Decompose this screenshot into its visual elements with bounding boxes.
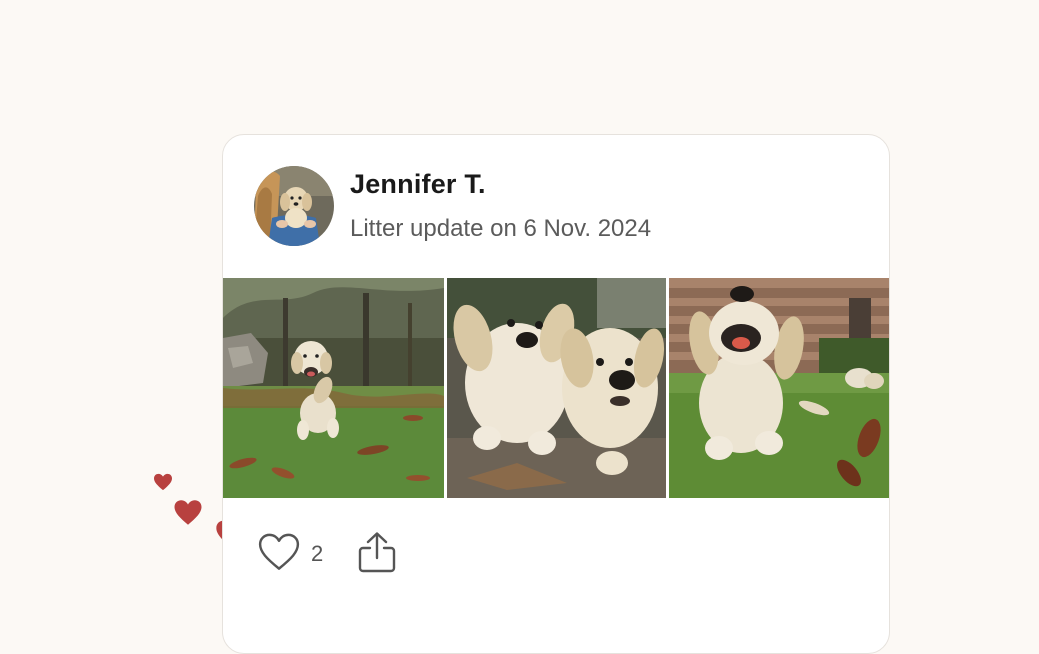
photo-gallery <box>223 278 889 498</box>
like-count: 2 <box>311 541 324 566</box>
share-button[interactable] <box>355 530 399 574</box>
avatar[interactable] <box>254 166 334 246</box>
photo-two-puppies[interactable] <box>447 278 666 498</box>
photo-puppy-running-grass[interactable] <box>669 278 889 498</box>
floating-heart-icon <box>154 473 172 491</box>
floating-heart-icon <box>174 500 202 525</box>
share-icon <box>358 532 396 573</box>
post-actions: 2 <box>223 525 889 585</box>
post-subtitle: Litter update on 6 Nov. 2024 <box>350 215 652 242</box>
litter-update-card: Jennifer T. Litter update on 6 Nov. 2024 <box>222 134 890 654</box>
heart-outline-icon <box>258 533 300 570</box>
like-button[interactable] <box>258 532 300 572</box>
photo-puppy-running-leaves[interactable] <box>223 278 444 498</box>
author-name: Jennifer T. <box>350 169 486 199</box>
